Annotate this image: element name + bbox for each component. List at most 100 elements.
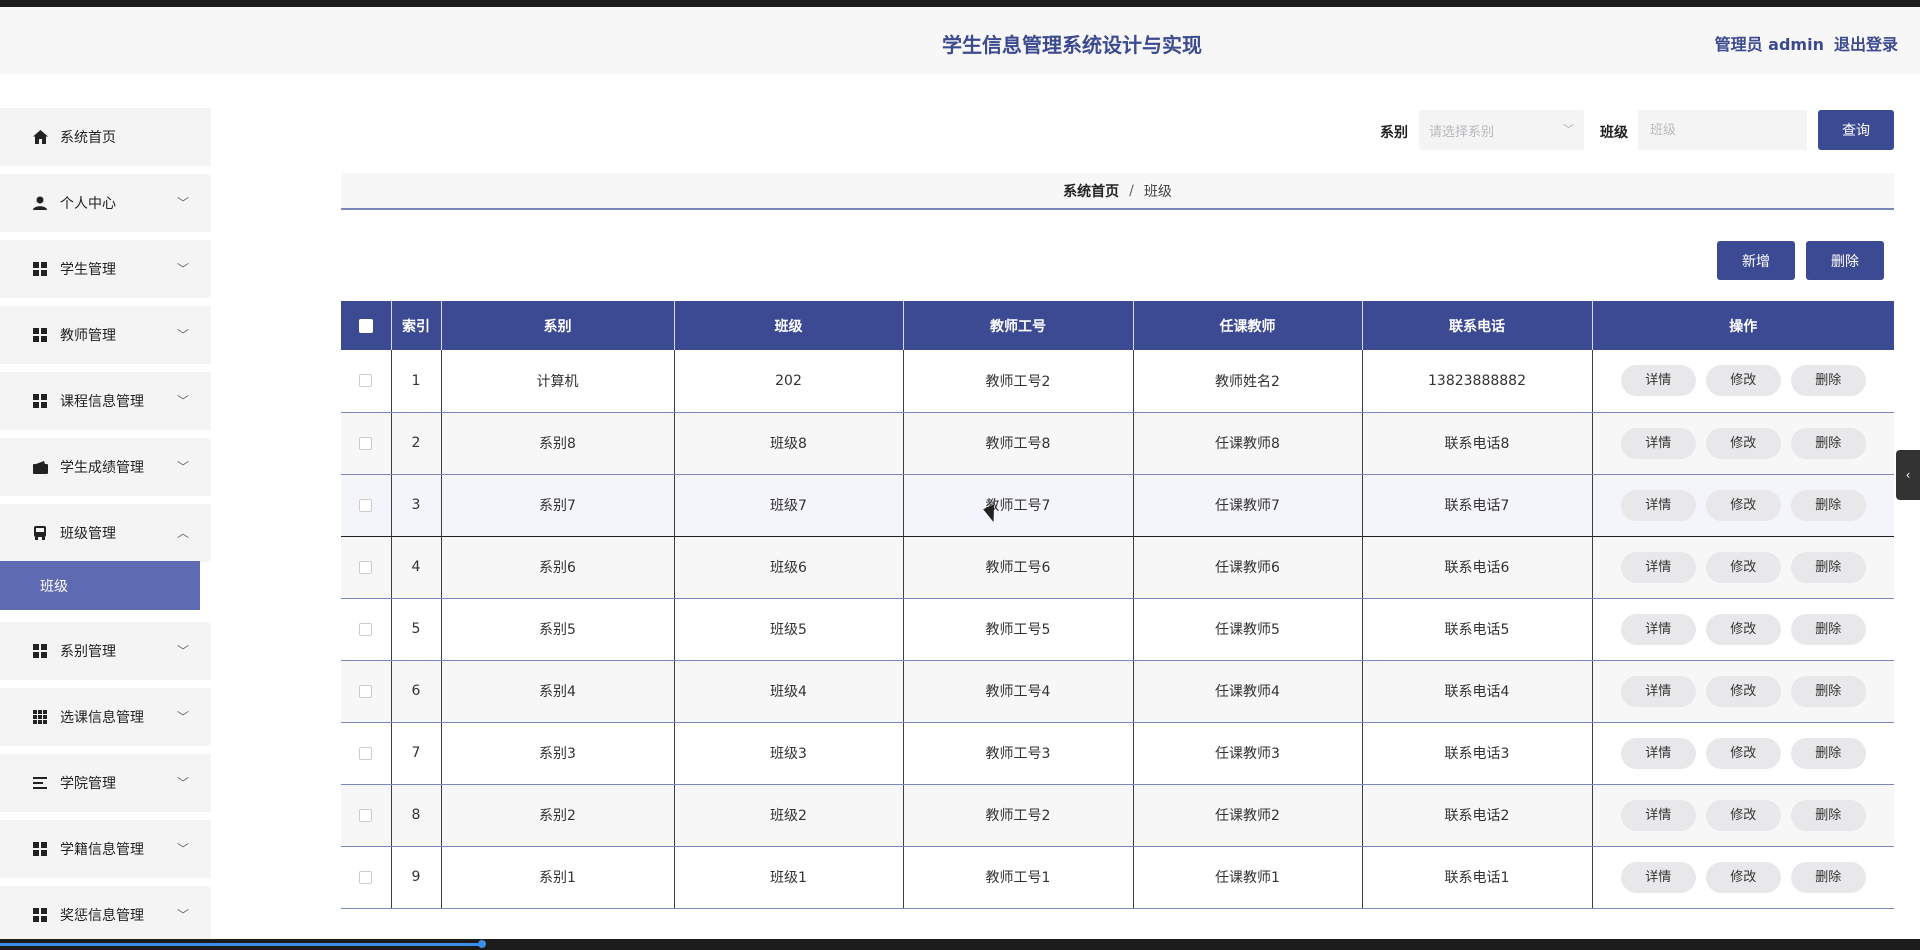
sidebar-item-personal[interactable]: 个人中心 ﹀	[0, 174, 211, 232]
delete-selected-button[interactable]: 删除	[1806, 241, 1884, 280]
row-checkbox[interactable]	[359, 374, 373, 388]
sidebar-subitem-class[interactable]: 班级	[0, 561, 200, 610]
table-row: 1 计算机 202 教师工号2 教师姓名2 13823888882 详情 修改 删除	[341, 350, 1894, 413]
row-checkbox[interactable]	[359, 560, 373, 574]
table-cell: 系别4	[441, 660, 675, 723]
table-cell: 任课教师1	[1133, 846, 1363, 909]
dept-select[interactable]: 请选择系别 ﹀	[1419, 110, 1584, 150]
sidebar-item-course-selection[interactable]: 选课信息管理 ﹀	[0, 688, 211, 746]
edit-button[interactable]: 修改	[1705, 799, 1781, 831]
add-button[interactable]: 新增	[1717, 241, 1795, 280]
sidebar-item-enrollment[interactable]: 学籍信息管理 ﹀	[0, 820, 211, 878]
sidebar-item-students[interactable]: 学生管理 ﹀	[0, 240, 211, 298]
detail-button[interactable]: 详情	[1620, 551, 1696, 583]
wallet-icon	[32, 459, 48, 475]
edit-button[interactable]: 修改	[1705, 489, 1781, 521]
delete-row-button[interactable]: 删除	[1790, 613, 1866, 645]
select-all-cell[interactable]	[341, 301, 392, 350]
detail-button[interactable]: 详情	[1620, 365, 1696, 397]
row-select-cell[interactable]	[341, 784, 392, 847]
collapse-panel-button[interactable]: ‹	[1896, 450, 1920, 500]
sidebar: 系统首页 个人中心 ﹀ 学生管理 ﹀ 教师管理 ﹀ 课程信息管理 ﹀ 学生成绩管…	[0, 58, 211, 944]
table-cell: 系别2	[441, 784, 675, 847]
delete-row-button[interactable]: 删除	[1790, 365, 1866, 397]
row-checkbox[interactable]	[359, 808, 373, 822]
table-cell: 班级2	[674, 784, 904, 847]
table-cell: 8	[391, 784, 442, 847]
row-checkbox[interactable]	[359, 746, 373, 760]
sidebar-item-classes[interactable]: 班级管理 ︿	[0, 504, 211, 562]
detail-button[interactable]: 详情	[1620, 799, 1696, 831]
search-button[interactable]: 查询	[1818, 110, 1894, 150]
delete-row-button[interactable]: 删除	[1790, 427, 1866, 459]
row-checkbox[interactable]	[359, 684, 373, 698]
actions-cell: 详情 修改 删除	[1592, 474, 1894, 537]
row-checkbox[interactable]	[359, 436, 373, 450]
detail-button[interactable]: 详情	[1620, 427, 1696, 459]
edit-button[interactable]: 修改	[1705, 551, 1781, 583]
table-cell: 13823888882	[1362, 350, 1593, 413]
edit-button[interactable]: 修改	[1705, 675, 1781, 707]
chevron-down-icon: ﹀	[1563, 123, 1574, 136]
table-cell: 班级5	[674, 598, 904, 661]
sidebar-item-teachers[interactable]: 教师管理 ﹀	[0, 306, 211, 364]
detail-button[interactable]: 详情	[1620, 613, 1696, 645]
table-row: 4 系别6 班级6 教师工号6 任课教师6 联系电话6 详情 修改 删除	[341, 536, 1894, 599]
delete-row-button[interactable]: 删除	[1790, 675, 1866, 707]
detail-button[interactable]: 详情	[1620, 737, 1696, 769]
row-select-cell[interactable]	[341, 350, 392, 413]
table-cell: 系别1	[441, 846, 675, 909]
row-select-cell[interactable]	[341, 598, 392, 661]
edit-button[interactable]: 修改	[1705, 427, 1781, 459]
sidebar-item-courses[interactable]: 课程信息管理 ﹀	[0, 372, 211, 430]
delete-row-button[interactable]: 删除	[1790, 799, 1866, 831]
sidebar-item-grades[interactable]: 学生成绩管理 ﹀	[0, 438, 211, 496]
progress-handle[interactable]	[478, 940, 486, 948]
table-row: 6 系别4 班级4 教师工号4 任课教师4 联系电话4 详情 修改 删除	[341, 660, 1894, 723]
row-select-cell[interactable]	[341, 660, 392, 723]
table-cell: 9	[391, 846, 442, 909]
edit-button[interactable]: 修改	[1705, 365, 1781, 397]
edit-button[interactable]: 修改	[1705, 737, 1781, 769]
breadcrumb-home[interactable]: 系统首页	[1063, 181, 1119, 201]
logout-link[interactable]: 退出登录	[1834, 31, 1898, 55]
row-checkbox[interactable]	[359, 870, 373, 884]
column-header: 任课教师	[1133, 301, 1363, 350]
delete-row-button[interactable]: 删除	[1790, 861, 1866, 893]
table-cell: 教师工号2	[903, 784, 1134, 847]
detail-button[interactable]: 详情	[1620, 675, 1696, 707]
row-checkbox[interactable]	[359, 498, 373, 512]
sidebar-item-rewards[interactable]: 奖惩信息管理 ﹀	[0, 886, 211, 944]
app-title: 学生信息管理系统设计与实现	[942, 33, 1202, 57]
detail-button[interactable]: 详情	[1620, 489, 1696, 521]
row-checkbox[interactable]	[359, 622, 373, 636]
table-cell: 联系电话4	[1362, 660, 1593, 723]
sidebar-item-colleges[interactable]: 学院管理 ﹀	[0, 754, 211, 812]
admin-label: 管理员 admin	[1714, 35, 1824, 54]
delete-row-button[interactable]: 删除	[1790, 551, 1866, 583]
row-select-cell[interactable]	[341, 474, 392, 537]
table-cell: 联系电话1	[1362, 846, 1593, 909]
row-select-cell[interactable]	[341, 846, 392, 909]
table-cell: 联系电话8	[1362, 412, 1593, 475]
table-cell: 教师工号3	[903, 722, 1134, 785]
row-select-cell[interactable]	[341, 722, 392, 785]
actions-cell: 详情 修改 删除	[1592, 412, 1894, 475]
sidebar-item-departments[interactable]: 系别管理 ﹀	[0, 622, 211, 680]
detail-button[interactable]: 详情	[1620, 861, 1696, 893]
sidebar-item-home[interactable]: 系统首页	[0, 108, 211, 166]
table-cell: 系别6	[441, 536, 675, 599]
column-header: 系别	[441, 301, 675, 350]
delete-row-button[interactable]: 删除	[1790, 737, 1866, 769]
edit-button[interactable]: 修改	[1705, 613, 1781, 645]
select-all-checkbox[interactable]	[358, 318, 373, 333]
row-select-cell[interactable]	[341, 536, 392, 599]
edit-button[interactable]: 修改	[1705, 861, 1781, 893]
dept-filter-label: 系别	[1380, 125, 1408, 141]
class-search-input[interactable]	[1638, 110, 1807, 150]
row-select-cell[interactable]	[341, 412, 392, 475]
delete-row-button[interactable]: 删除	[1790, 489, 1866, 521]
table-cell: 系别8	[441, 412, 675, 475]
table-cell: 班级1	[674, 846, 904, 909]
user-icon	[32, 195, 48, 211]
